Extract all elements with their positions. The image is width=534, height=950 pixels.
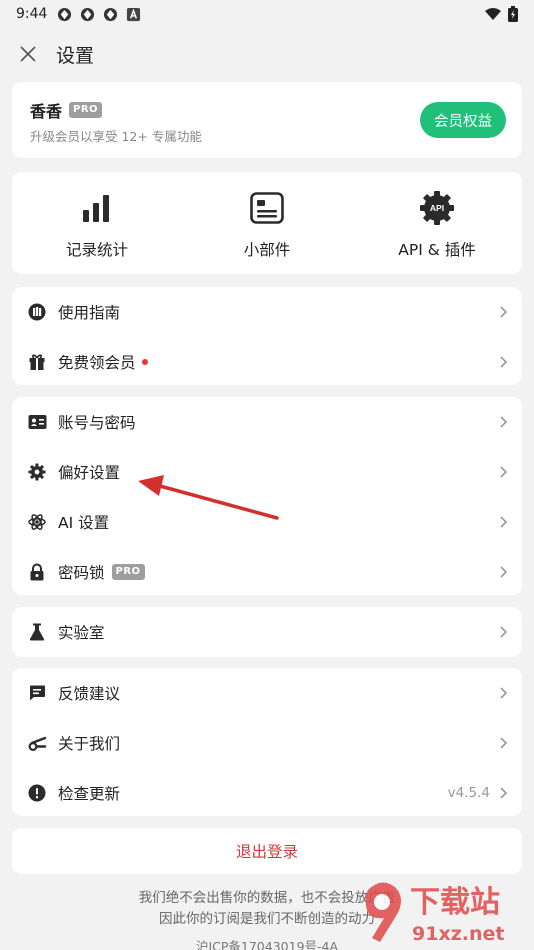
watermark-text-url: 91xz.net (412, 923, 504, 945)
a-notification-icon (126, 7, 141, 22)
member-name-row: 香香 PRO (30, 98, 103, 122)
row-account-password[interactable]: 账号与密码 (12, 397, 522, 447)
lab-group: 实验室 (12, 607, 522, 657)
id-card-icon (27, 412, 47, 432)
row-passcode-lock[interactable]: 密码锁 PRO (12, 547, 522, 597)
member-card: 香香 PRO 升级会员以享受 12+ 专属功能 会员权益 (12, 82, 522, 158)
chevron-right-icon (500, 687, 508, 699)
atom-icon (27, 512, 47, 532)
app-notification-icon (57, 7, 72, 22)
logout-label: 退出登录 (235, 843, 298, 861)
gear-icon (27, 462, 47, 482)
row-label: AI 设置 (58, 514, 110, 532)
user-name: 香香 (30, 102, 63, 121)
chevron-right-icon (500, 626, 508, 638)
feature-widgets[interactable]: 小部件 (182, 172, 352, 274)
api-icon-text: API (430, 203, 444, 213)
feature-label: 记录统计 (65, 241, 128, 259)
watermark-text-main: 下载站 (410, 885, 500, 920)
member-benefits-button[interactable]: 会员权益 (420, 102, 506, 138)
top-bar: 设置 (0, 28, 534, 80)
wifi-icon (485, 8, 501, 20)
pro-badge: PRO (69, 102, 103, 118)
feature-stats[interactable]: 记录统计 (12, 172, 182, 274)
member-subtitle: 升级会员以享受 12+ 专属功能 (30, 129, 202, 144)
flask-icon (27, 622, 47, 642)
row-label: 使用指南 (58, 304, 121, 322)
row-check-update[interactable]: 检查更新 v4.5.4 (12, 768, 522, 818)
chevron-right-icon (500, 787, 508, 799)
row-preferences[interactable]: 偏好设置 (12, 447, 522, 497)
row-label: 偏好设置 (58, 464, 121, 482)
app-notification-icon (80, 7, 95, 22)
row-feedback[interactable]: 反馈建议 (12, 668, 522, 718)
status-right (484, 6, 518, 22)
account-group: 账号与密码 偏好设置 AI 设置 密码锁 PRO (12, 397, 522, 595)
row-about-us[interactable]: 关于我们 (12, 718, 522, 768)
lock-icon (27, 562, 47, 582)
version-text: v4.5.4 (447, 785, 490, 801)
status-bar: 9:44 (0, 0, 534, 28)
feedback-chat-icon (27, 683, 47, 703)
guide-group: 使用指南 免费领会员 (12, 287, 522, 385)
feature-label: API & 插件 (398, 241, 476, 259)
api-gear-icon: API (419, 190, 455, 226)
status-time: 9:44 (16, 6, 48, 22)
feature-api-plugins[interactable]: API API & 插件 (352, 172, 522, 274)
row-free-membership[interactable]: 免费领会员 (12, 337, 522, 387)
chevron-right-icon (500, 466, 508, 478)
widget-icon (249, 190, 285, 226)
features-card: 记录统计 小部件 API API & 插件 (12, 172, 522, 274)
row-label: 免费领会员 (58, 351, 148, 373)
row-label: 反馈建议 (58, 685, 121, 703)
battery-icon (508, 6, 518, 22)
row-lab[interactable]: 实验室 (12, 607, 522, 657)
bar-chart-icon (79, 190, 115, 226)
about-logo-icon (27, 733, 47, 753)
row-label: 账号与密码 (58, 414, 136, 432)
chevron-right-icon (500, 516, 508, 528)
logout-button[interactable]: 退出登录 (12, 828, 522, 874)
row-label: 实验室 (58, 624, 105, 642)
chevron-right-icon (500, 356, 508, 368)
close-icon (20, 46, 36, 62)
app-notification-icon (103, 7, 118, 22)
chevron-right-icon (500, 416, 508, 428)
feature-label: 小部件 (243, 241, 291, 259)
chevron-right-icon (500, 306, 508, 318)
row-label: 密码锁 PRO (58, 561, 145, 583)
alert-circle-icon (27, 783, 47, 803)
gift-icon (27, 352, 47, 372)
row-label: 检查更新 (58, 785, 121, 803)
close-button[interactable] (2, 28, 54, 80)
watermark-logo: 下载站 91xz.net (365, 882, 504, 945)
pro-badge: PRO (111, 564, 145, 580)
guide-book-icon (27, 302, 47, 322)
row-label: 关于我们 (58, 735, 121, 753)
chevron-right-icon (500, 737, 508, 749)
new-indicator-dot (141, 359, 148, 365)
row-ai-settings[interactable]: AI 设置 (12, 497, 522, 547)
page-title: 设置 (56, 44, 95, 67)
row-user-guide[interactable]: 使用指南 (12, 287, 522, 337)
chevron-right-icon (500, 566, 508, 578)
about-group: 反馈建议 关于我们 检查更新 v4.5.4 (12, 668, 522, 816)
